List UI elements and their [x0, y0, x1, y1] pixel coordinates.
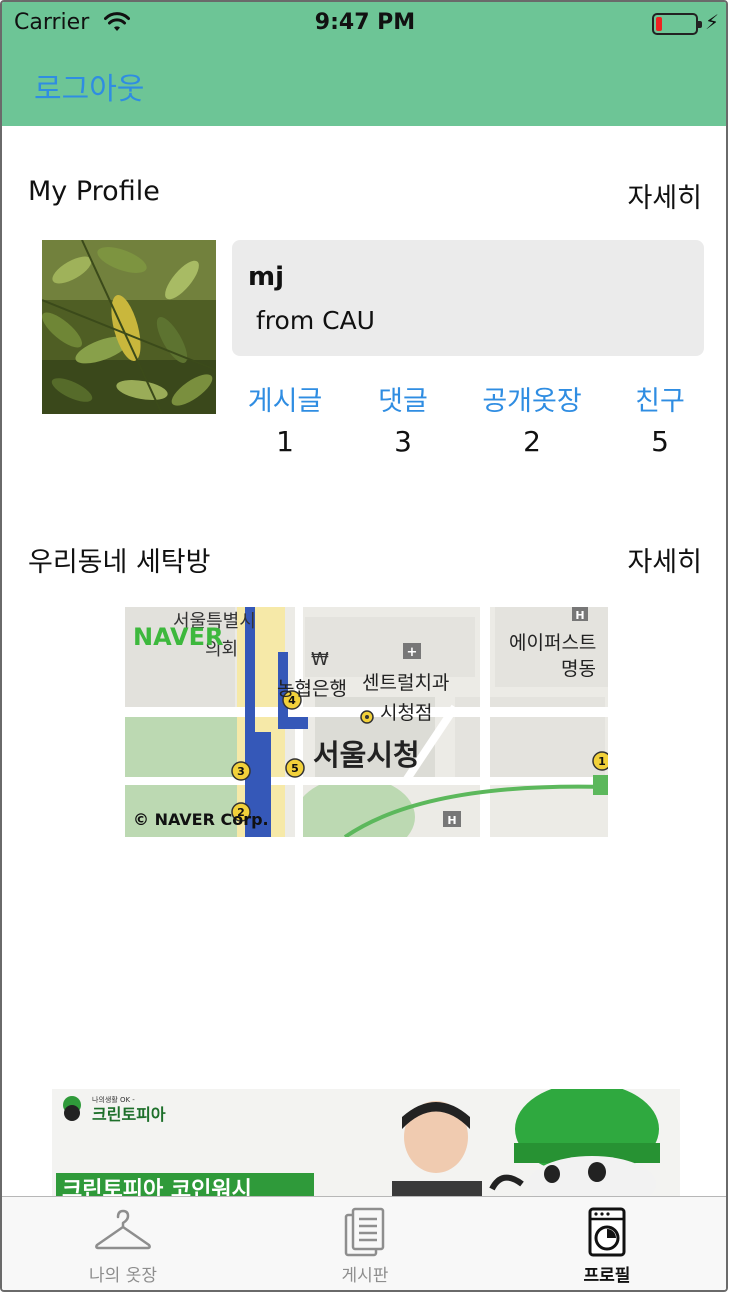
- charging-icon: ⚡: [705, 10, 720, 34]
- stat-public-closet[interactable]: 공개옷장 2: [472, 382, 592, 462]
- hanger-icon: [95, 1209, 151, 1250]
- map-label: 시청점: [380, 702, 432, 724]
- stat-comments[interactable]: 댓글 3: [343, 382, 463, 462]
- tab-board[interactable]: 게시판: [285, 1203, 445, 1289]
- clock: 9:47 PM: [314, 10, 416, 35]
- tab-my-closet-label: 나의 옷장: [89, 1266, 157, 1286]
- map-canvas: 4 3 5 2 1 H + H 서울특별시 의회 ₩ 농협은행 센트럴치과 시청…: [125, 607, 608, 837]
- stat-friends[interactable]: 친구 5: [600, 382, 720, 462]
- ad-tagline: 나의생활 OK -: [92, 1095, 135, 1104]
- stat-friends-count: 5: [651, 425, 669, 458]
- tab-board-label: 게시판: [341, 1266, 389, 1286]
- svg-text:H: H: [447, 814, 456, 827]
- stat-public-closet-count: 2: [523, 425, 541, 458]
- map-label: 명동: [561, 658, 596, 680]
- profile-detail-button[interactable]: 자세히: [627, 176, 702, 215]
- stat-posts-count: 1: [276, 425, 294, 458]
- map-label: 농협은행: [277, 678, 347, 700]
- station-number: 1: [598, 755, 606, 768]
- stat-comments-count: 3: [394, 425, 412, 458]
- tab-bar: 나의 옷장 게시판 프로필: [2, 1196, 726, 1290]
- tab-profile[interactable]: 프로필: [527, 1203, 687, 1289]
- logout-button[interactable]: 로그아웃: [34, 64, 144, 108]
- document-icon: [344, 1207, 385, 1257]
- laundry-map[interactable]: 4 3 5 2 1 H + H 서울특별시 의회 ₩ 농협은행 센트럴치과 시청…: [125, 607, 608, 837]
- stat-friends-label: 친구: [635, 386, 685, 417]
- svg-text:H: H: [575, 609, 584, 622]
- ad-graphic: 나의생활 OK - 크린토피아 크린토피아 코인워시: [52, 1089, 680, 1197]
- status-bar: Carrier 9:47 PM ⚡: [2, 2, 726, 46]
- map-label: 에이퍼스트: [509, 632, 596, 654]
- map-label: 서울시청: [313, 738, 420, 772]
- stat-posts-label: 게시글: [247, 386, 323, 417]
- tab-my-closet[interactable]: 나의 옷장: [43, 1203, 203, 1289]
- map-copyright: © NAVER Corp.: [133, 810, 269, 829]
- ad-headline: 크린토피아 코인워시: [62, 1178, 252, 1197]
- battery-icon: [652, 13, 702, 35]
- profile-info-card: mj from CAU: [232, 240, 704, 356]
- map-label: ₩: [311, 649, 329, 670]
- svg-text:+: +: [407, 645, 418, 660]
- profile-section-title: My Profile: [28, 176, 160, 207]
- stat-posts[interactable]: 게시글 1: [225, 382, 345, 462]
- profile-name: mj: [248, 262, 285, 292]
- station-number: 5: [291, 762, 299, 775]
- navigation-header: Carrier 9:47 PM ⚡ 로그아웃: [2, 2, 726, 126]
- app-screen: Carrier 9:47 PM ⚡ 로그아웃 My Profile 자세히 mj…: [0, 0, 728, 1292]
- ad-brand: 크린토피아: [92, 1105, 166, 1124]
- stat-comments-label: 댓글: [378, 386, 428, 417]
- ad-banner[interactable]: 나의생활 OK - 크린토피아 크린토피아 코인워시: [52, 1089, 680, 1197]
- profile-affiliation: from CAU: [256, 306, 375, 335]
- station-number: 3: [237, 765, 245, 778]
- tab-profile-label: 프로필: [583, 1266, 631, 1286]
- leaf-photo: [42, 240, 216, 414]
- stat-public-closet-label: 공개옷장: [482, 386, 582, 417]
- avatar[interactable]: [42, 240, 216, 414]
- laundry-detail-button[interactable]: 자세히: [627, 540, 702, 579]
- washing-machine-icon: [588, 1207, 626, 1257]
- map-label: 센트럴치과: [362, 672, 449, 694]
- naver-logo: NAVER: [133, 623, 223, 651]
- laundry-section-title: 우리동네 세탁방: [28, 547, 211, 578]
